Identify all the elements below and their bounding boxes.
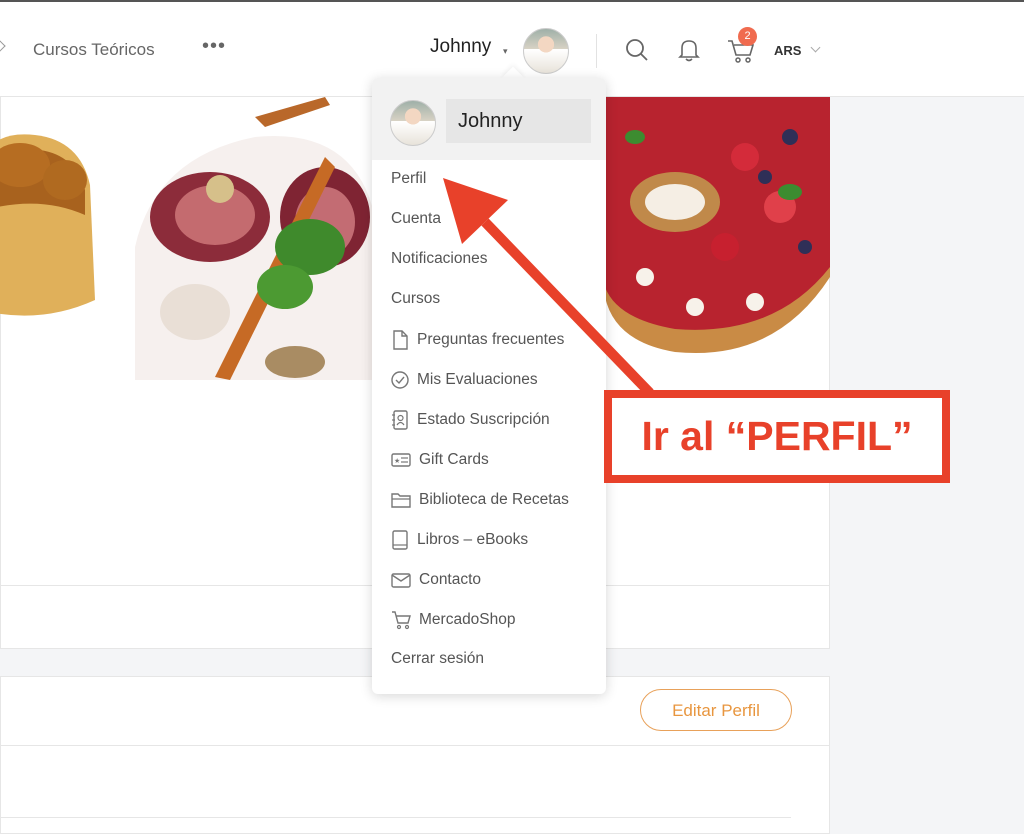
bread-image	[0, 134, 95, 316]
check-circle-icon	[391, 371, 409, 389]
menu-item-label: MercadoShop	[419, 611, 516, 628]
search-icon[interactable]	[625, 38, 649, 62]
menu-item-label: Estado Suscripción	[417, 411, 550, 428]
menu-item-label: Preguntas frecuentes	[417, 331, 565, 348]
menu-item-label: Biblioteca de Recetas	[419, 491, 569, 508]
dropdown-user-header[interactable]: Johnny	[372, 78, 606, 160]
menu-item-preguntas-frecuentes[interactable]: Preguntas frecuentes	[391, 330, 564, 350]
menu-item-mis-evaluaciones[interactable]: Mis Evaluaciones	[391, 370, 538, 390]
menu-item-label: Cerrar sesión	[391, 650, 485, 667]
document-icon	[393, 330, 408, 350]
annotation-box: Ir al “PERFIL”	[604, 390, 950, 483]
mail-icon	[391, 573, 411, 588]
menu-item-perfil[interactable]: Perfil	[391, 170, 426, 188]
user-dropdown-menu: Johnny Perfil Cuenta Notificaciones Curs…	[372, 78, 606, 694]
cart-count-badge: 2	[738, 27, 757, 46]
menu-item-biblioteca-de-recetas[interactable]: Biblioteca de Recetas	[391, 490, 569, 510]
menu-item-contacto[interactable]: Contacto	[391, 570, 481, 590]
svg-text:★: ★	[394, 457, 400, 465]
menu-item-notificaciones[interactable]: Notificaciones	[391, 250, 488, 268]
menu-item-label: Cursos	[391, 290, 441, 307]
menu-item-label: Contacto	[419, 571, 482, 588]
caret-down-icon[interactable]: ▾	[503, 46, 508, 57]
fruit-tart-image	[605, 97, 830, 354]
cart-icon	[392, 611, 411, 630]
menu-item-label: Mis Evaluaciones	[417, 371, 538, 388]
currency-selector[interactable]: ARS	[774, 43, 801, 58]
nav-link-cursos-teoricos[interactable]: Cursos Teóricos	[33, 40, 155, 60]
menu-item-label: Cuenta	[391, 210, 441, 227]
menu-item-label: Gift Cards	[419, 451, 489, 468]
menu-item-cursos[interactable]: Cursos	[391, 290, 440, 308]
menu-item-label: Libros – eBooks	[417, 531, 529, 548]
menu-item-mercadoshop[interactable]: MercadoShop	[391, 610, 516, 630]
contact-book-icon	[392, 410, 408, 430]
meat-dish-image	[135, 97, 375, 380]
menu-item-estado-suscripcion[interactable]: Estado Suscripción	[391, 410, 550, 430]
divider	[1, 817, 791, 818]
user-avatar[interactable]	[523, 28, 569, 74]
chevron-down-icon[interactable]	[810, 42, 821, 53]
menu-item-label: Perfil	[391, 170, 427, 187]
menu-item-label: Notificaciones	[391, 250, 488, 267]
menu-item-libros-ebooks[interactable]: Libros – eBooks	[391, 530, 528, 550]
divider	[596, 34, 597, 68]
gift-card-icon: ★	[391, 453, 411, 467]
menu-item-cuenta[interactable]: Cuenta	[391, 210, 441, 228]
menu-item-gift-cards[interactable]: ★ Gift Cards	[391, 450, 489, 470]
edit-profile-button[interactable]: Editar Perfil	[640, 689, 792, 731]
bell-icon[interactable]	[678, 38, 700, 62]
user-menu-name[interactable]: Johnny	[430, 36, 491, 58]
dropdown-avatar	[390, 100, 436, 146]
more-icon[interactable]: •••	[202, 35, 226, 58]
divider	[1, 745, 830, 746]
annotation-text: Ir al “PERFIL”	[641, 413, 913, 459]
book-icon	[392, 530, 408, 550]
dropdown-user-name: Johnny	[458, 110, 523, 132]
folder-icon	[391, 493, 411, 508]
menu-item-cerrar-sesion[interactable]: Cerrar sesión	[391, 650, 484, 668]
chevron-left-icon[interactable]	[0, 40, 6, 52]
